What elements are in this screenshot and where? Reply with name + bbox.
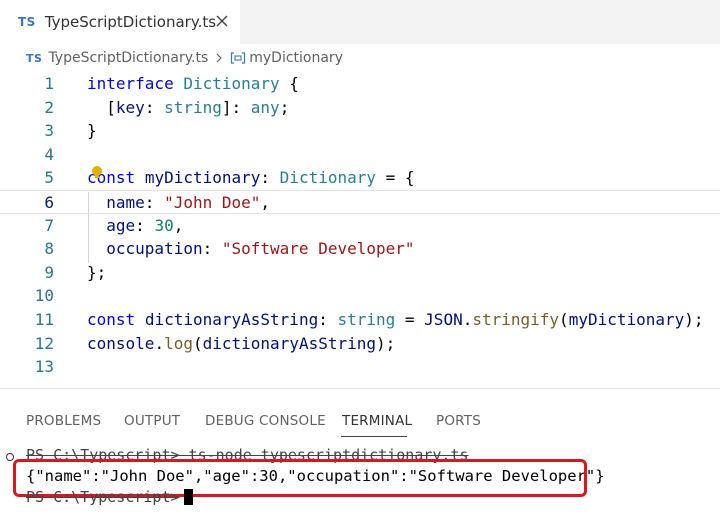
code-line: 11 const dictionaryAsString: string = JS…	[0, 308, 720, 332]
code-line: 9 };	[0, 261, 720, 285]
code-text: };	[87, 262, 107, 282]
editor-tab[interactable]: TS TypeScriptDictionary.ts	[0, 0, 240, 44]
close-icon[interactable]	[212, 11, 232, 31]
breadcrumb: TS TypeScriptDictionary.ts myDictionary	[0, 44, 720, 72]
bottom-panel: PROBLEMS OUTPUT DEBUG CONSOLE TERMINAL P…	[0, 388, 720, 531]
code-text: name: "John Doe",	[106, 193, 271, 212]
line-number: 12	[34, 333, 54, 353]
code-line: 3 }	[0, 119, 720, 143]
code-text: occupation: "Software Developer"	[106, 239, 415, 259]
line-number: 8	[44, 239, 54, 259]
breadcrumb-symbol[interactable]: myDictionary	[249, 50, 343, 66]
line-number: 4	[44, 144, 54, 164]
code-text: console.log(dictionaryAsString);	[87, 333, 396, 353]
code-line: 5 const myDictionary: Dictionary = {	[0, 166, 720, 190]
code-line: 10	[0, 284, 720, 308]
code-text: const dictionaryAsString: string = JSON.…	[87, 310, 704, 329]
code-line: 7 age: 30,	[0, 214, 720, 238]
panel-tab-bar: PROBLEMS OUTPUT DEBUG CONSOLE TERMINAL P…	[0, 389, 720, 451]
lightbulb-icon[interactable]	[91, 165, 103, 181]
line-number: 13	[34, 357, 54, 377]
line-number: 10	[34, 286, 54, 306]
tab-ports[interactable]: PORTS	[436, 413, 481, 429]
command-status-icon[interactable]	[6, 453, 14, 461]
code-text: }	[87, 121, 97, 141]
line-number: 9	[44, 262, 54, 282]
code-text: age: 30,	[106, 215, 184, 235]
editor-tab-bar: TS TypeScriptDictionary.ts	[0, 0, 720, 44]
terminal-prompt: PS C:\Typescript>	[26, 488, 193, 506]
line-number: 11	[34, 310, 54, 329]
terminal-cursor	[183, 489, 193, 505]
tab-output[interactable]: OUTPUT	[124, 413, 180, 429]
prompt-text: PS C:\Typescript>	[26, 488, 180, 506]
tab-debug-console[interactable]: DEBUG CONSOLE	[205, 413, 326, 429]
code-line-current: 6 name: "John Doe",	[0, 190, 720, 214]
tab-problems[interactable]: PROBLEMS	[26, 413, 101, 429]
tab-terminal[interactable]: TERMINAL	[342, 413, 412, 429]
code-line: 2 [key: string]: any;	[0, 96, 720, 120]
line-number: 1	[44, 74, 54, 93]
line-number: 2	[44, 97, 54, 117]
tab-title: TypeScriptDictionary.ts	[44, 13, 217, 31]
code-editor[interactable]: 1 interface Dictionary { 2 [key: string]…	[0, 72, 720, 388]
line-number: 3	[44, 121, 54, 141]
code-text: interface Dictionary {	[87, 74, 299, 93]
chevron-right-icon	[216, 53, 223, 63]
code-text: const myDictionary: Dictionary = {	[87, 168, 415, 188]
code-line: 13	[0, 355, 720, 379]
typescript-file-icon: TS	[18, 15, 36, 29]
code-line: 12 console.log(dictionaryAsString);	[0, 332, 720, 356]
code-line: 8 occupation: "Software Developer"	[0, 237, 720, 261]
variable-symbol-icon	[231, 52, 246, 64]
code-line: 1 interface Dictionary {	[0, 72, 720, 96]
line-number: 6	[44, 193, 54, 212]
code-text: [key: string]: any;	[87, 97, 290, 117]
line-number: 5	[44, 168, 54, 188]
typescript-file-icon: TS	[26, 51, 43, 65]
code-line: 4	[0, 143, 720, 167]
breadcrumb-file[interactable]: TypeScriptDictionary.ts	[48, 50, 208, 66]
active-tab-indicator	[341, 436, 407, 437]
line-number: 7	[44, 215, 54, 235]
